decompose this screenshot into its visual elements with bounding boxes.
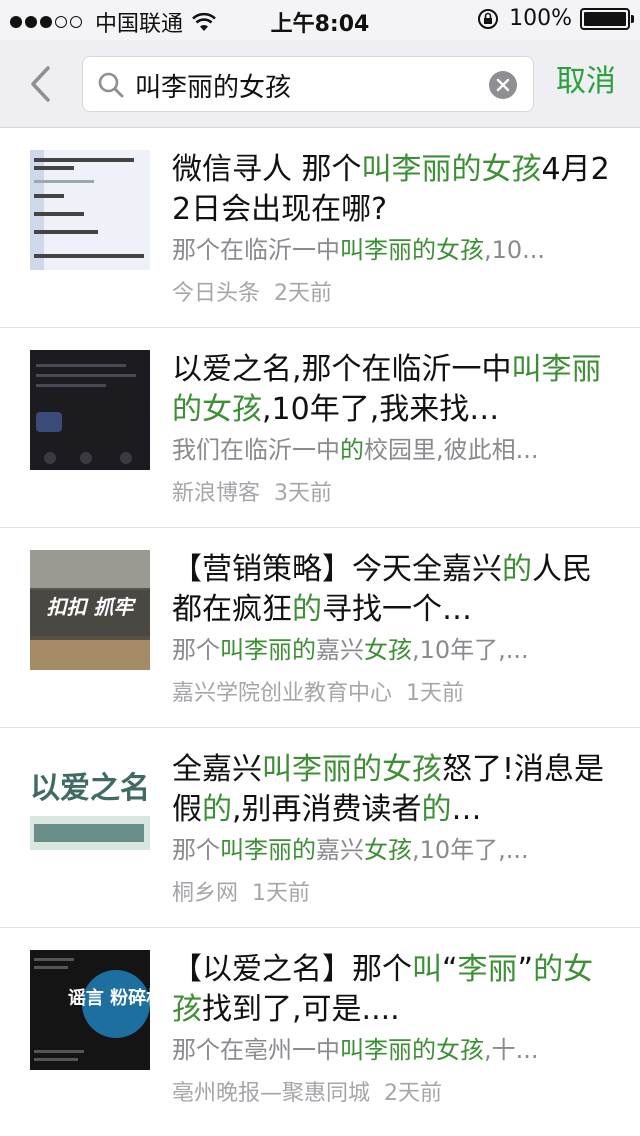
result-meta: 嘉兴学院创业教育中心 1天前 — [172, 678, 612, 710]
text-segment: ,10年了,... — [412, 636, 529, 664]
text-segment: 微信寻人 那个 — [172, 152, 362, 187]
status-right: 100% — [477, 6, 634, 31]
highlighted-keyword: 叫李丽的女孩 — [340, 236, 484, 264]
search-field[interactable] — [82, 56, 534, 112]
result-meta: 桐乡网 1天前 — [172, 878, 612, 910]
result-title: 全嘉兴叫李丽的女孩怒了!消息是假的,别再消费读者的… — [172, 750, 612, 830]
thumb-text: 谣言 粉碎机 — [68, 987, 150, 1009]
highlighted-keyword: 叫李丽的女孩 — [361, 152, 542, 187]
result-summary: 那个在亳州一中叫李丽的女孩,十... — [172, 1032, 612, 1068]
result-summary: 我们在临沂一中的校园里,彼此相... — [172, 432, 612, 468]
search-results-list: 微信寻人 那个叫李丽的女孩4月22日会出现在哪? 那个在临沂一中叫李丽的女孩,1… — [0, 128, 640, 1128]
highlighted-keyword: 女孩 — [364, 636, 412, 664]
text-segment: … — [451, 792, 482, 827]
back-button[interactable] — [20, 60, 60, 108]
text-segment: 【营销策略】今天全嘉兴 — [172, 552, 502, 587]
result-thumbnail: 以爱之名 — [30, 750, 150, 870]
rotation-lock-icon — [478, 8, 499, 29]
result-time: 3天前 — [274, 481, 333, 506]
result-summary: 那个在临沂一中叫李丽的女孩,10... — [172, 232, 612, 268]
highlighted-keyword: 叫李丽的女孩 — [262, 752, 442, 787]
clear-search-button[interactable] — [489, 71, 517, 99]
result-thumbnail: 谣言 粉碎机 — [30, 950, 150, 1070]
highlighted-keyword: 的 — [421, 792, 452, 827]
status-bar: 中国联通 上午8:04 100% — [0, 0, 640, 40]
text-segment: 【以爱之名】那个 — [172, 952, 412, 987]
text-segment: ,10年了,... — [412, 836, 529, 864]
result-title: 以爱之名,那个在临沂一中叫李丽的女孩,10年了,我来找… — [172, 350, 612, 430]
text-segment: 那个在亳州一中 — [172, 1036, 340, 1064]
result-time: 1天前 — [252, 881, 311, 906]
highlighted-keyword: 的 — [202, 792, 232, 827]
highlighted-keyword: 叫 — [412, 952, 442, 987]
text-segment: 找到了,可是.... — [202, 992, 400, 1027]
battery-percent: 100% — [509, 6, 572, 31]
result-title: 微信寻人 那个叫李丽的女孩4月22日会出现在哪? — [172, 150, 612, 230]
text-segment: 那个 — [172, 636, 220, 664]
text-segment: ,别再消费读者 — [232, 792, 422, 827]
result-item[interactable]: 微信寻人 那个叫李丽的女孩4月22日会出现在哪? 那个在临沂一中叫李丽的女孩,1… — [0, 128, 640, 328]
phone-screenshot-image — [30, 350, 150, 470]
result-source: 桐乡网 — [172, 881, 239, 906]
highlighted-keyword: 的 — [292, 592, 322, 627]
result-thumbnail — [30, 150, 150, 270]
text-segment: ,十... — [484, 1036, 539, 1064]
result-source: 嘉兴学院创业教育中心 — [172, 681, 393, 706]
result-meta: 亳州晚报—聚惠同城 2天前 — [172, 1078, 612, 1110]
result-summary: 那个叫李丽的嘉兴女孩,10年了,... — [172, 632, 612, 668]
highlighted-keyword: 叫李丽的女孩 — [340, 1036, 484, 1064]
result-title: 【营销策略】今天全嘉兴的人民都在疯狂的寻找一个… — [172, 550, 612, 630]
result-title: 【以爱之名】那个叫“李丽”的女孩找到了,可是.... — [172, 950, 612, 1030]
result-item[interactable]: 谣言 粉碎机 【以爱之名】那个叫“李丽”的女孩找到了,可是.... 那个在亳州一… — [0, 928, 640, 1128]
cancel-button[interactable]: 取消 — [556, 62, 616, 102]
clear-x-icon — [496, 78, 510, 92]
chevron-left-icon — [31, 66, 50, 102]
result-time: 2天前 — [384, 1081, 443, 1106]
highlighted-keyword: 叫李丽的 — [220, 636, 316, 664]
highlighted-keyword: 女孩 — [364, 836, 412, 864]
highlighted-keyword: 的 — [340, 436, 364, 464]
title-graphic-image: 以爱之名 — [30, 750, 150, 870]
highlighted-keyword: 叫李丽的 — [220, 836, 316, 864]
text-segment: 校园里,彼此相... — [364, 436, 539, 464]
result-item[interactable]: 以爱之名,那个在临沂一中叫李丽的女孩,10年了,我来找… 我们在临沂一中的校园里… — [0, 328, 640, 528]
text-segment: 全嘉兴 — [172, 752, 262, 787]
result-source: 今日头条 — [172, 281, 261, 306]
result-time: 1天前 — [406, 681, 465, 706]
text-segment: 那个 — [172, 836, 220, 864]
text-segment: 嘉兴 — [316, 836, 364, 864]
text-segment: 寻找一个… — [322, 592, 472, 627]
result-meta: 新浪博客 3天前 — [172, 478, 612, 510]
result-source: 新浪博客 — [172, 481, 261, 506]
highlighted-keyword: 的 — [502, 552, 532, 587]
magnifier-icon — [98, 72, 124, 98]
result-time: 2天前 — [274, 281, 333, 306]
highlighted-keyword: 李丽 — [457, 952, 518, 987]
result-summary: 那个叫李丽的嘉兴女孩,10年了,... — [172, 832, 612, 868]
text-segment: ,10年了,我来找… — [262, 392, 500, 427]
text-segment: ,10... — [484, 236, 546, 264]
result-meta: 今日头条 2天前 — [172, 278, 612, 310]
result-item[interactable]: 扣扣 抓牢 【营销策略】今天全嘉兴的人民都在疯狂的寻找一个… 那个叫李丽的嘉兴女… — [0, 528, 640, 728]
result-source: 亳州晚报—聚惠同城 — [172, 1081, 371, 1106]
text-segment: ” — [517, 952, 534, 987]
result-thumbnail: 扣扣 抓牢 — [30, 550, 150, 670]
text-segment: 那个在临沂一中 — [172, 236, 340, 264]
result-thumbnail — [30, 350, 150, 470]
search-header: 取消 — [0, 40, 640, 128]
text-segment: “ — [442, 952, 458, 987]
battery-icon — [580, 7, 634, 30]
classroom-photo-image: 扣扣 抓牢 — [30, 550, 150, 670]
rumor-buster-image: 谣言 粉碎机 — [30, 950, 150, 1070]
thumb-text: 以爱之名 — [30, 771, 150, 806]
text-segment: 我们在临沂一中 — [172, 436, 340, 464]
text-segment: 嘉兴 — [316, 636, 364, 664]
text-segment: 以爱之名,那个在临沂一中 — [172, 352, 512, 387]
article-screenshot-image — [30, 150, 150, 270]
result-item[interactable]: 以爱之名 全嘉兴叫李丽的女孩怒了!消息是假的,别再消费读者的… 那个叫李丽的嘉兴… — [0, 728, 640, 928]
search-input[interactable] — [135, 65, 475, 105]
thumb-text: 扣扣 抓牢 — [47, 595, 137, 619]
